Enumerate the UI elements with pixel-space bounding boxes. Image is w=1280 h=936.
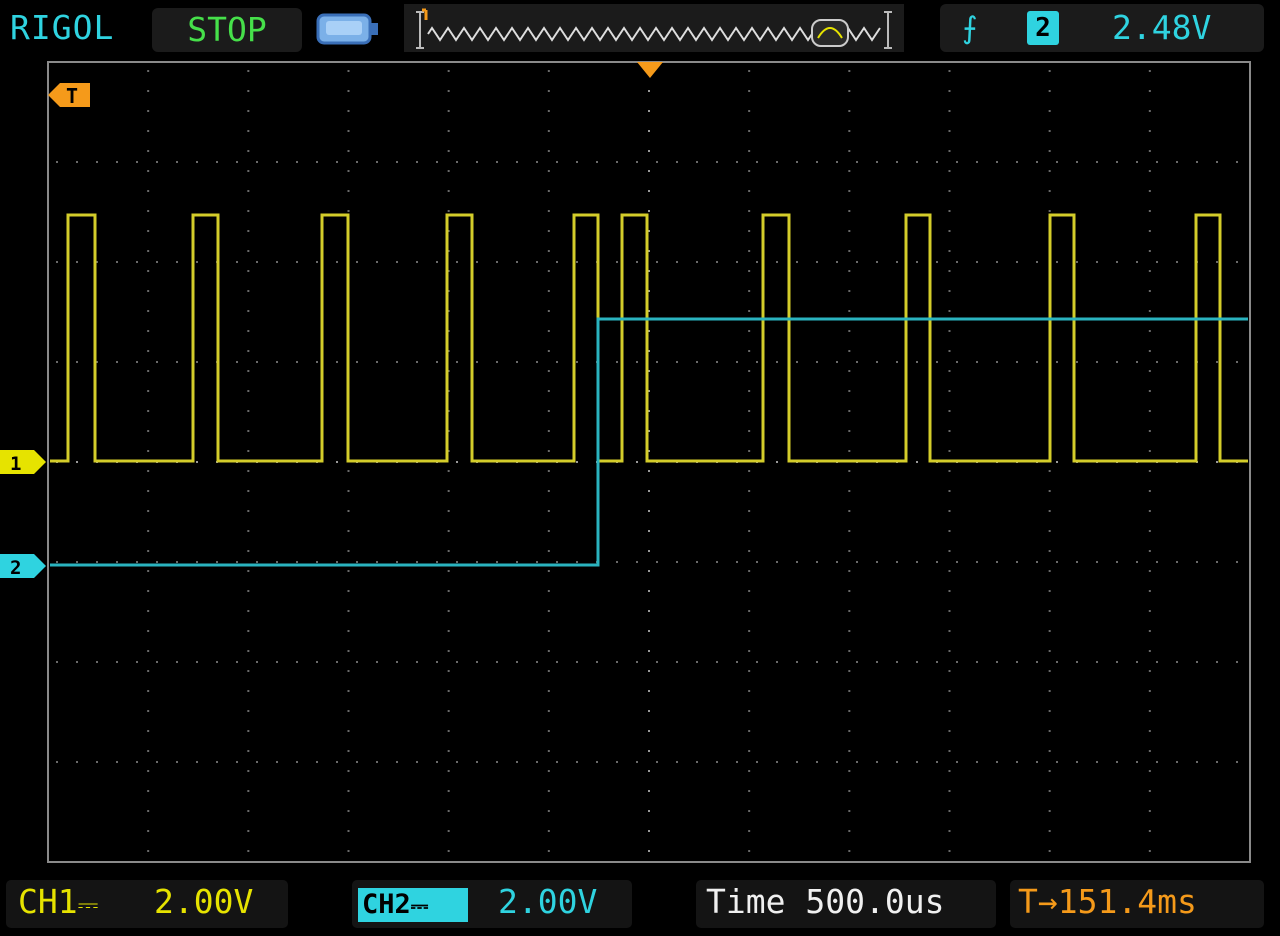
trigger-delay-icon: T→	[1018, 882, 1058, 921]
dc-coupling-icon: ⎓	[77, 890, 99, 920]
waveform-display[interactable]: T 1 2	[0, 0, 1280, 936]
ch2-label: CH2⎓	[358, 888, 468, 922]
ch2-scale-value: 2.00V	[498, 882, 598, 921]
svg-text:2: 2	[10, 557, 21, 579]
timebase-readout: Time 500.0us	[706, 882, 945, 921]
trigger-delay-readout: T→151.4ms	[1018, 882, 1197, 921]
svg-text:1: 1	[10, 453, 21, 475]
ch1-label: CH1⎓	[18, 882, 99, 921]
ch1-offset-marker: 1	[0, 450, 46, 475]
dc-coupling-icon: ⎓	[410, 894, 429, 919]
trigger-time-marker: T	[66, 84, 78, 108]
ch2-offset-marker: 2	[0, 554, 46, 579]
timebase-value: 500.0us	[805, 882, 945, 921]
ch1-scale-value: 2.00V	[154, 882, 254, 921]
